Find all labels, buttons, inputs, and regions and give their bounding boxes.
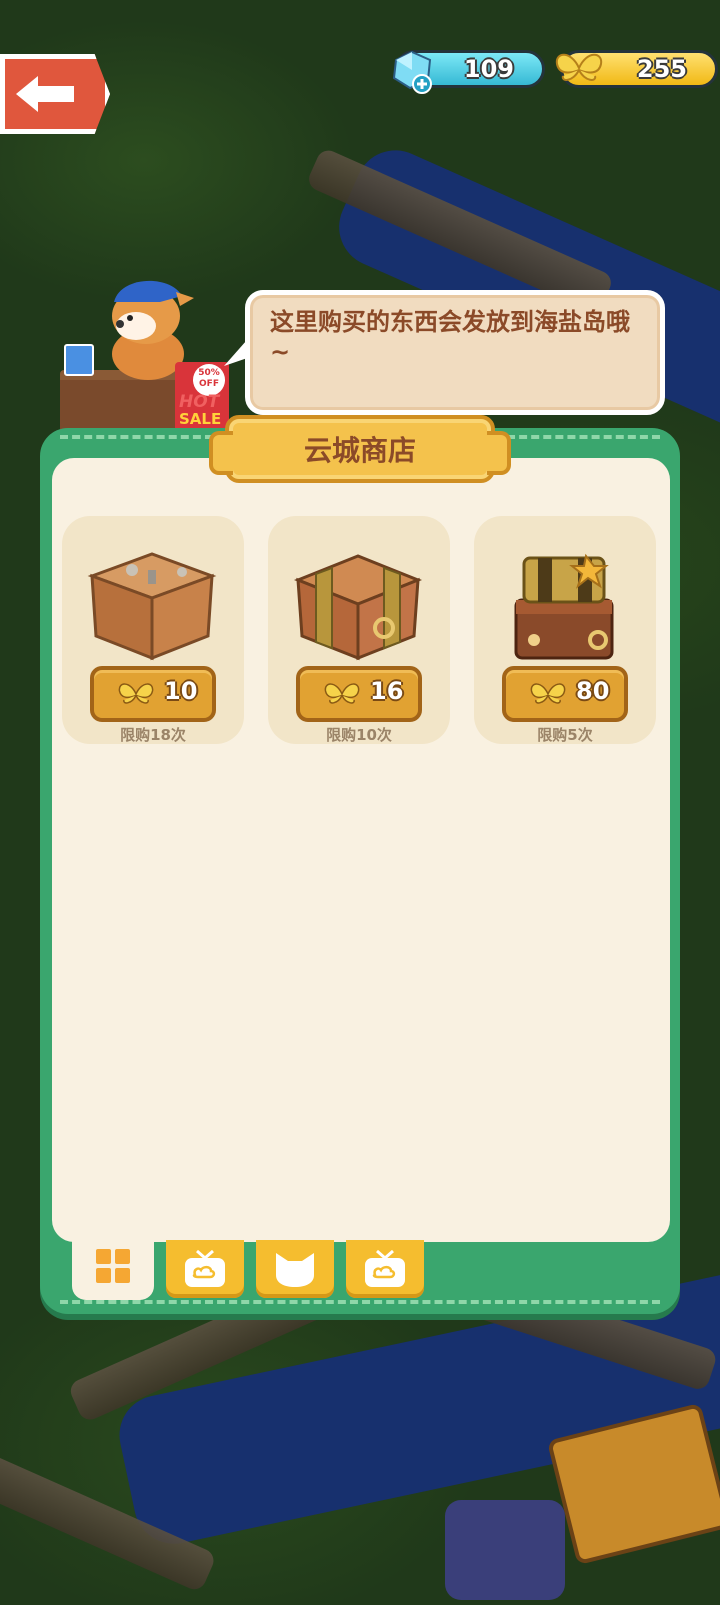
hot-sale-sign: 50% OFF HOT SALE [175,362,229,436]
purchase-limit: 限购5次 [537,726,593,744]
wooden-crate-icon [87,552,217,661]
shop-item-wooden-crate[interactable]: 10 限购18次 [62,516,244,744]
butterfly-coin-icon [530,683,566,704]
tab-all-items[interactable] [72,1232,154,1300]
shop-item-treasure-chests[interactable]: 80 限购5次 [474,516,656,744]
tab-pets[interactable] [256,1240,334,1298]
tab-ad-rewards-2[interactable] [346,1240,424,1298]
tv-ad-icon [365,1249,405,1287]
cat-icon [276,1253,314,1287]
tab-ad-rewards[interactable] [166,1240,244,1298]
shop-title-plate: 云城商店 [209,415,511,483]
shop-item-banded-crate[interactable]: 16 限购10次 [268,516,450,744]
buy-button[interactable]: 10 [90,666,216,722]
item-price: 10 [164,677,198,705]
sale-label: SALE [179,410,222,428]
purchase-limit: 限购10次 [326,726,392,744]
gem-add-icon[interactable] [388,50,438,94]
buy-button[interactable]: 16 [296,666,422,722]
item-price: 80 [576,677,610,705]
shop-title: 云城商店 [303,434,416,467]
speech-bubble: 这里购买的东西会发放到海盐岛哦~ [245,290,665,415]
treasure-chest-stack-icon [514,553,614,660]
banded-crate-icon [293,554,423,661]
butterfly-coin-icon [324,683,360,704]
back-button[interactable] [0,54,110,134]
buy-button[interactable]: 80 [502,666,628,722]
speech-bubble-text: 这里购买的东西会发放到海盐岛哦~ [270,308,630,366]
item-price: 16 [370,677,404,705]
hot-label: HOT [179,392,220,412]
tv-ad-icon [185,1249,225,1287]
purchase-limit: 限购18次 [120,726,186,744]
butterfly-coin-icon [555,53,603,81]
coin-count: 255 [636,55,687,83]
gem-count: 109 [463,55,514,83]
butterfly-coin-icon [118,683,154,704]
grid-icon [96,1249,130,1283]
